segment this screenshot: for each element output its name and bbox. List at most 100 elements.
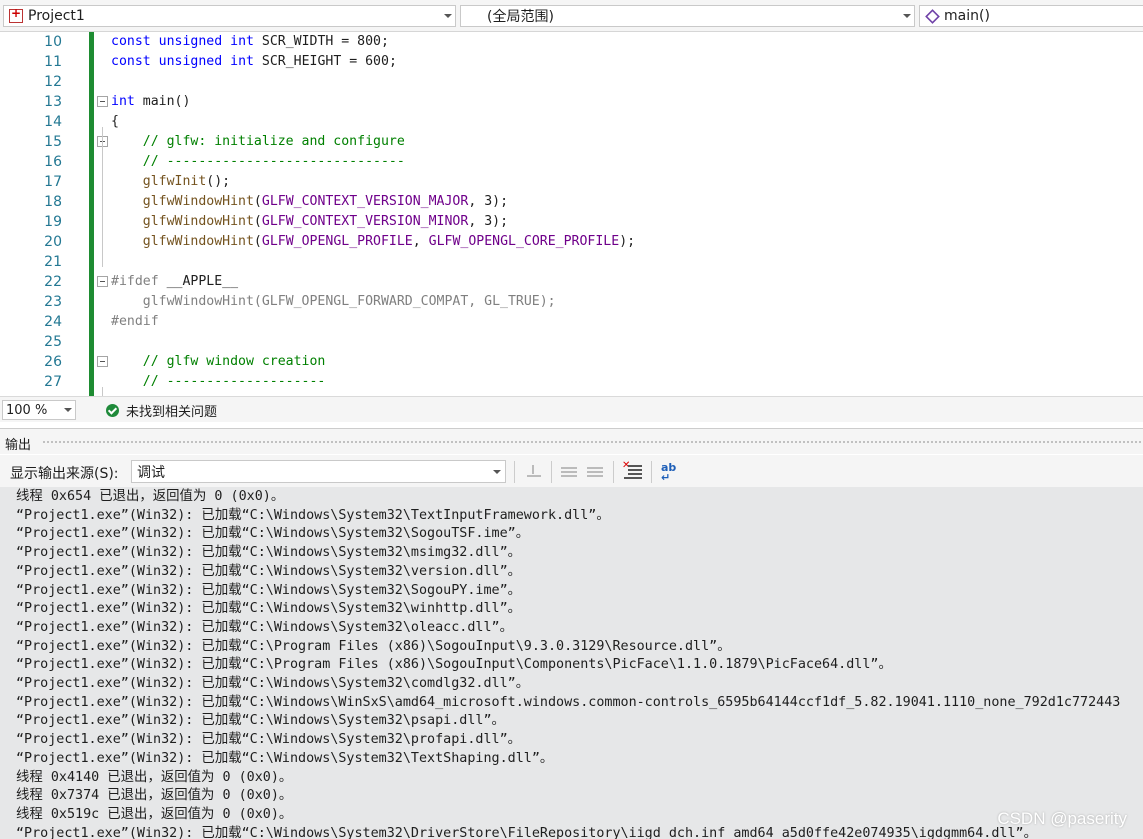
code-line: 20 glfwWindowHint(GLFW_OPENGL_PROFILE, G…	[0, 232, 1143, 252]
code-line: 25	[0, 332, 1143, 352]
collapse-icon[interactable]	[97, 276, 108, 287]
output-line: “Project1.exe”(Win32): 已加载“C:\Windows\Sy…	[16, 601, 522, 617]
output-source-value: 调试	[137, 464, 165, 481]
zoom-dropdown[interactable]: 100 %	[2, 400, 76, 420]
word-wrap-button[interactable]: ab ↵	[660, 461, 680, 484]
code-line: 16 // ------------------------------	[0, 152, 1143, 172]
output-line: 线程 0x519c 已退出，返回值为 0 (0x0)。	[16, 806, 293, 822]
output-line: “Project1.exe”(Win32): 已加载“C:\Windows\Sy…	[16, 582, 522, 598]
line-number: 22	[44, 274, 62, 290]
output-line: 线程 0x7374 已退出，返回值为 0 (0x0)。	[16, 788, 293, 804]
line-number: 25	[44, 334, 62, 350]
panel-grip[interactable]	[42, 440, 1143, 445]
project-dropdown[interactable]: Project1	[3, 5, 456, 27]
cpp-project-icon	[9, 6, 23, 23]
code-line: 17 glfwInit();	[0, 172, 1143, 192]
code-line: 26 // glfw window creation	[0, 352, 1143, 372]
code-text: #ifdef __APPLE__	[111, 274, 239, 289]
code-text: glfwWindowHint(GLFW_CONTEXT_VERSION_MAJO…	[142, 194, 509, 209]
code-line: 10 const unsigned int SCR_WIDTH = 800;	[0, 32, 1143, 52]
line-number: 15	[44, 134, 62, 150]
line-number: 20	[44, 234, 62, 250]
output-line: “Project1.exe”(Win32): 已加载“C:\Windows\Wi…	[16, 694, 1121, 710]
scope-dropdown[interactable]: (全局范围)	[460, 5, 915, 27]
member-name: main()	[944, 8, 990, 24]
code-text: glfwInit();	[142, 174, 231, 189]
member-dropdown[interactable]: main()	[919, 5, 1143, 27]
fold-guide	[102, 127, 103, 267]
code-editor[interactable]: 10 const unsigned int SCR_WIDTH = 800; 11 c…	[0, 32, 1143, 396]
chevron-down-icon	[61, 408, 75, 412]
code-text: // glfw window creation	[111, 354, 326, 369]
chevron-down-icon	[900, 6, 914, 26]
line-number: 17	[44, 174, 62, 190]
output-panel-title: 输出	[5, 438, 32, 453]
code-line: 23 glfwWindowHint(GLFW_OPENGL_FORWARD_CO…	[0, 292, 1143, 312]
code-line: 14 {	[0, 112, 1143, 132]
next-message-icon	[587, 465, 603, 477]
line-number: 27	[44, 374, 62, 390]
previous-message-button[interactable]	[559, 462, 579, 480]
output-line: “Project1.exe”(Win32): 已加载“C:\Windows\Sy…	[16, 825, 1037, 839]
code-line: 21	[0, 252, 1143, 272]
code-text: // ------------------------------	[111, 154, 405, 169]
collapse-icon[interactable]	[97, 96, 108, 107]
scope-label: (全局范围)	[487, 9, 554, 25]
line-number: 26	[44, 354, 62, 370]
code-line: 22 #ifdef __APPLE__	[0, 272, 1143, 292]
find-message-button[interactable]	[524, 462, 544, 480]
line-number: 21	[44, 254, 62, 270]
fold-guide	[102, 387, 103, 396]
output-line: “Project1.exe”(Win32): 已加载“C:\Windows\Sy…	[16, 713, 505, 729]
output-line: “Project1.exe”(Win32): 已加载“C:\Windows\Sy…	[16, 732, 522, 748]
zoom-level: 100 %	[6, 402, 48, 418]
toolbar-separator	[551, 461, 552, 483]
find-message-icon	[527, 465, 541, 477]
output-text-area[interactable]: 线程 0x654 已退出，返回值为 0 (0x0)。 “Project1.exe”…	[0, 487, 1143, 839]
toolbar-separator	[613, 461, 614, 483]
code-line: 24 #endif	[0, 312, 1143, 332]
code-text: const unsigned int SCR_HEIGHT = 600;	[111, 54, 397, 69]
collapse-icon[interactable]	[97, 356, 108, 367]
output-source-label: 显示输出来源(S):	[10, 466, 119, 482]
next-message-button[interactable]	[585, 462, 605, 480]
code-text: glfwWindowHint(GLFW_OPENGL_PROFILE, GLFW…	[142, 234, 636, 249]
code-text: {	[111, 114, 119, 129]
watermark: CSDN @paserity	[997, 809, 1127, 828]
check-circle-icon	[106, 404, 119, 417]
code-text: #endif	[111, 314, 159, 329]
output-source-dropdown[interactable]: 调试	[131, 460, 506, 483]
previous-message-icon	[561, 465, 577, 477]
code-line: 13 int main()	[0, 92, 1143, 112]
output-panel-header: 输出	[0, 428, 1143, 454]
line-number: 13	[44, 94, 62, 110]
word-wrap-icon: ab ↵	[661, 461, 677, 484]
line-number: 12	[44, 74, 62, 90]
code-line: 11 const unsigned int SCR_HEIGHT = 600;	[0, 52, 1143, 72]
issues-indicator[interactable]: 未找到相关问题	[106, 401, 217, 420]
code-text: // glfw: initialize and configure	[111, 134, 405, 149]
code-line: 12	[0, 72, 1143, 92]
code-line: 15 // glfw: initialize and configure	[0, 132, 1143, 152]
clear-all-button[interactable]	[622, 460, 643, 480]
output-line: “Project1.exe”(Win32): 已加载“C:\Program Fi…	[16, 638, 731, 654]
toolbar-separator	[651, 461, 652, 483]
editor-status-bar: 100 % 未找到相关问题	[0, 396, 1143, 422]
output-line: “Project1.exe”(Win32): 已加载“C:\Windows\Sy…	[16, 750, 554, 766]
code-text: glfwWindowHint(GLFW_CONTEXT_VERSION_MINO…	[142, 214, 509, 229]
output-line: “Project1.exe”(Win32): 已加载“C:\Windows\Sy…	[16, 619, 513, 635]
output-toolbar: 显示输出来源(S): 调试 ab↵	[0, 455, 1143, 487]
code-text: int main()	[111, 94, 191, 109]
line-number: 10	[44, 34, 62, 50]
issues-text: 未找到相关问题	[126, 405, 218, 420]
code-text: const unsigned int SCR_WIDTH = 800;	[111, 34, 389, 49]
code-text: glfwWindowHint(GLFW_OPENGL_FORWARD_COMPA…	[111, 294, 556, 309]
output-line: “Project1.exe”(Win32): 已加载“C:\Windows\Sy…	[16, 563, 522, 579]
line-number: 23	[44, 294, 62, 310]
code-line: 19 glfwWindowHint(GLFW_CONTEXT_VERSION_M…	[0, 212, 1143, 232]
output-line: 线程 0x4140 已退出，返回值为 0 (0x0)。	[16, 769, 293, 785]
function-cube-icon	[925, 8, 940, 24]
output-line: “Project1.exe”(Win32): 已加载“C:\Windows\Sy…	[16, 507, 610, 523]
line-number: 14	[44, 114, 62, 130]
navigation-bar: Project1 (全局范围) main()	[0, 0, 1143, 32]
